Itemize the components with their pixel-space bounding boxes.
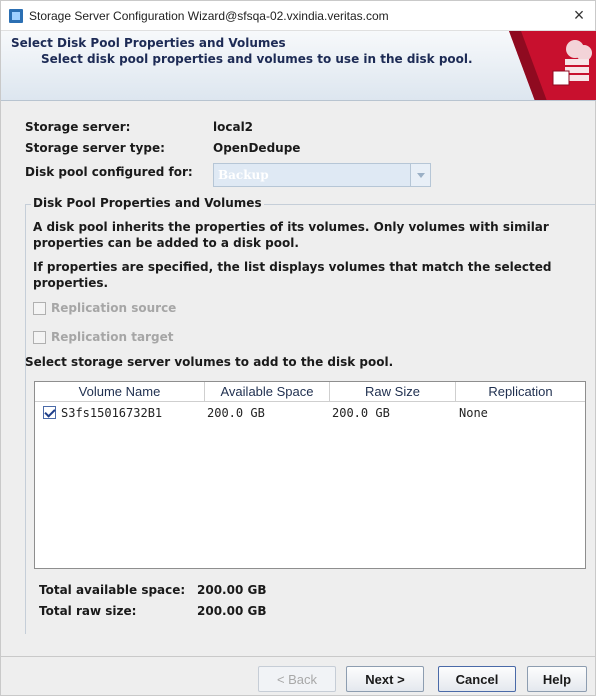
column-header-available-space[interactable]: Available Space	[205, 382, 330, 402]
table-row[interactable]: S3fs15016732B1 200.0 GB 200.0 GB None	[35, 404, 585, 422]
close-button[interactable]: ×	[569, 5, 589, 25]
replication-cell: None	[459, 406, 488, 420]
storage-server-type-label: Storage server type:	[25, 141, 165, 155]
next-button[interactable]: Next >	[346, 666, 424, 692]
column-header-replication[interactable]: Replication	[456, 382, 585, 402]
banner-subtitle: Select disk pool properties and volumes …	[41, 52, 473, 66]
app-icon	[9, 8, 23, 23]
group-title: Disk Pool Properties and Volumes	[31, 196, 264, 210]
total-raw-label: Total raw size:	[39, 604, 137, 618]
replication-target-option[interactable]: Replication target	[33, 330, 173, 344]
total-available-label: Total available space:	[39, 583, 186, 597]
replication-source-label: Replication source	[51, 301, 177, 315]
column-header-volume-name[interactable]: Volume Name	[35, 382, 205, 402]
configured-for-value: Backup	[218, 168, 269, 182]
help-button[interactable]: Help	[527, 666, 587, 692]
back-button[interactable]: < Back	[258, 666, 336, 692]
title-bar[interactable]: Storage Server Configuration Wizard@sfsq…	[1, 1, 595, 31]
wizard-window: Storage Server Configuration Wizard@sfsq…	[0, 0, 596, 696]
column-header-raw-size[interactable]: Raw Size	[330, 382, 456, 402]
raw-size-cell: 200.0 GB	[332, 406, 390, 420]
cancel-button[interactable]: Cancel	[438, 666, 516, 692]
table-header: Volume Name Available Space Raw Size Rep…	[35, 382, 585, 402]
storage-server-value: local2	[213, 120, 254, 134]
dropdown-arrow-icon[interactable]	[410, 164, 430, 186]
storage-server-label: Storage server:	[25, 120, 131, 134]
replication-source-checkbox[interactable]	[33, 301, 46, 315]
storage-logo-icon	[509, 31, 596, 100]
total-raw-value: 200.00 GB	[197, 604, 267, 618]
wizard-header-banner: Select Disk Pool Properties and Volumes …	[1, 31, 596, 101]
volumes-table[interactable]: Volume Name Available Space Raw Size Rep…	[34, 381, 586, 569]
volume-name-cell: S3fs15016732B1	[61, 406, 163, 420]
banner-title: Select Disk Pool Properties and Volumes	[11, 36, 286, 50]
footer-divider	[1, 656, 596, 657]
available-space-cell: 200.0 GB	[207, 406, 265, 420]
disk-pool-configured-for-label: Disk pool configured for:	[25, 165, 193, 179]
filter-description: If properties are specified, the list di…	[33, 260, 552, 290]
replication-source-option[interactable]: Replication source	[33, 301, 176, 315]
storage-server-type-value: OpenDedupe	[213, 141, 301, 155]
replication-target-checkbox[interactable]	[33, 330, 46, 344]
replication-target-label: Replication target	[51, 330, 174, 344]
total-available-value: 200.00 GB	[197, 583, 267, 597]
window-title: Storage Server Configuration Wizard@sfsq…	[29, 8, 389, 23]
row-select-checkbox[interactable]	[43, 406, 56, 419]
select-volumes-label: Select storage server volumes to add to …	[25, 355, 394, 369]
configured-for-select[interactable]: Backup	[213, 163, 431, 187]
inherit-description: A disk pool inherits the properties of i…	[33, 220, 549, 250]
